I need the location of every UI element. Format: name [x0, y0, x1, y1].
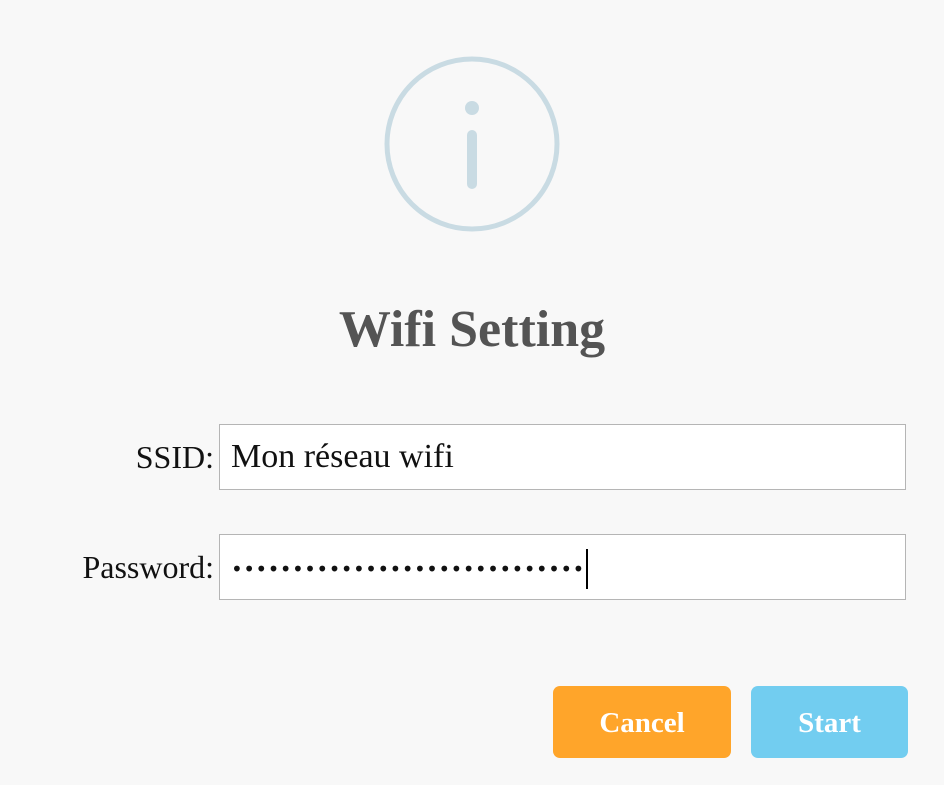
- info-icon: [384, 56, 560, 232]
- dialog-title: Wifi Setting: [338, 301, 606, 358]
- wifi-setting-dialog: Wifi Setting SSID: Mon réseau wifi Passw…: [0, 0, 944, 785]
- start-button[interactable]: Start: [751, 686, 908, 758]
- password-masked-value: •••••••••••••••••••••••••••••: [231, 557, 585, 582]
- ssid-value: Mon réseau wifi: [231, 438, 454, 475]
- cancel-button[interactable]: Cancel: [553, 686, 731, 758]
- text-caret: [585, 549, 588, 590]
- ssid-input[interactable]: Mon réseau wifi: [219, 424, 906, 490]
- ssid-label: SSID:: [135, 439, 214, 475]
- password-label: Password:: [82, 549, 214, 585]
- password-input[interactable]: •••••••••••••••••••••••••••••: [219, 534, 906, 600]
